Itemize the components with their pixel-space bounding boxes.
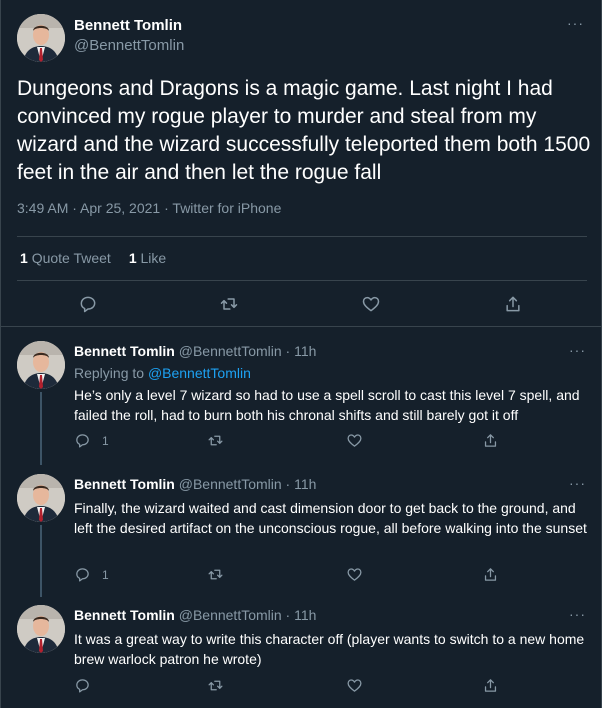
divider (17, 236, 587, 237)
share-icon[interactable] (482, 432, 499, 449)
tweet-text: Dungeons and Dragons is a magic game. La… (17, 77, 591, 184)
tweet-thread: Bennett Tomlin @BennettTomlin ··· Dungeo… (0, 0, 602, 708)
tweet-meta: 3:49 AM · Apr 25, 2021 · Twitter for iPh… (17, 200, 281, 216)
tweet-actions: 1 (74, 566, 574, 584)
author-meta[interactable]: @BennettTomlin · 11h (179, 476, 317, 492)
tweet-text: Finally, the wizard waited and cast dime… (74, 500, 587, 536)
reply-icon[interactable] (74, 566, 91, 583)
tweet-actions (1, 292, 602, 316)
tweet-timestamp[interactable]: 3:49 AM · Apr 25, 2021 (17, 200, 160, 216)
share-icon[interactable] (482, 677, 499, 694)
more-icon[interactable]: ··· (569, 476, 586, 490)
more-icon[interactable]: ··· (569, 607, 586, 621)
like-count: 1 (128, 250, 137, 266)
tweet-actions (74, 677, 574, 695)
reply-icon[interactable] (74, 432, 91, 449)
share-icon[interactable] (503, 294, 523, 314)
reply-header: Bennett Tomlin @BennettTomlin · 11h (74, 343, 316, 359)
tweet-actions: 1 (74, 432, 574, 450)
like-icon[interactable] (346, 432, 363, 449)
thread-line (40, 525, 42, 597)
retweet-icon[interactable] (219, 294, 239, 314)
share-icon[interactable] (482, 566, 499, 583)
avatar[interactable] (17, 14, 65, 62)
reply-count: 1 (102, 434, 109, 448)
author-name[interactable]: Bennett Tomlin (74, 17, 182, 34)
main-tweet: Bennett Tomlin @BennettTomlin ··· Dungeo… (1, 0, 602, 327)
quote-tweets-stat[interactable]: 1 Quote Tweet (20, 250, 111, 266)
author-name[interactable]: Bennett Tomlin (74, 343, 175, 359)
retweet-icon[interactable] (207, 566, 224, 583)
reply-header: Bennett Tomlin @BennettTomlin · 11h (74, 476, 316, 492)
avatar[interactable] (17, 605, 65, 653)
avatar[interactable] (17, 474, 65, 522)
replying-prefix: Replying to (74, 365, 148, 381)
more-icon[interactable]: ··· (569, 343, 586, 357)
likes-stat[interactable]: 1 Like (129, 250, 166, 266)
quote-label: Quote Tweet (31, 250, 111, 266)
tweet-text: He’s only a level 7 wizard so had to use… (74, 387, 580, 423)
reply-icon[interactable] (78, 294, 98, 314)
author-meta[interactable]: @BennettTomlin · 11h (179, 343, 317, 359)
author-name[interactable]: Bennett Tomlin (74, 607, 175, 623)
author-meta[interactable]: @BennettTomlin · 11h (179, 607, 317, 623)
retweet-icon[interactable] (207, 677, 224, 694)
tweet-stats: 1 Quote Tweet 1 Like (20, 250, 166, 266)
more-icon[interactable]: ··· (567, 16, 584, 30)
like-icon[interactable] (346, 566, 363, 583)
reply-count: 1 (102, 568, 109, 582)
author-handle[interactable]: @BennettTomlin (74, 37, 184, 54)
replying-to: Replying to @BennettTomlin (74, 365, 251, 381)
reply-header: Bennett Tomlin @BennettTomlin · 11h (74, 607, 316, 623)
replying-to-link[interactable]: @BennettTomlin (148, 365, 251, 381)
divider (17, 280, 587, 281)
reply-icon[interactable] (74, 677, 91, 694)
thread-line (40, 392, 42, 465)
tweet-text: It was a great way to write this charact… (74, 631, 585, 667)
quote-count: 1 (20, 250, 28, 266)
meta-separator: · (160, 200, 173, 216)
like-label: Like (140, 250, 167, 266)
tweet-source[interactable]: Twitter for iPhone (172, 200, 281, 216)
retweet-icon[interactable] (207, 432, 224, 449)
author-name[interactable]: Bennett Tomlin (74, 476, 175, 492)
avatar[interactable] (17, 341, 65, 389)
like-icon[interactable] (361, 294, 381, 314)
like-icon[interactable] (346, 677, 363, 694)
